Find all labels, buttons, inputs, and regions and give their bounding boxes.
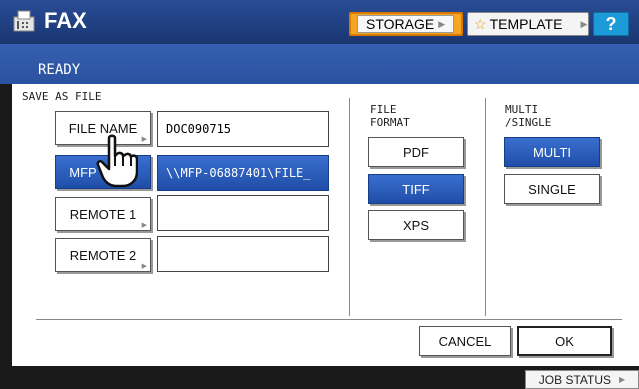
chevron-right-icon: ▶	[438, 18, 446, 29]
template-label: TEMPLATE	[489, 16, 563, 32]
chevron-right-icon: ▶	[141, 263, 147, 270]
file-format-label-2: FORMAT	[370, 116, 410, 129]
chevron-right-icon: ▶	[580, 18, 588, 29]
section-label-save-as-file: SAVE AS FILE	[22, 90, 102, 103]
help-button[interactable]: ?	[593, 12, 629, 36]
status-bar	[0, 44, 639, 84]
multi-single-label-2: /SINGLE	[505, 116, 552, 129]
multi-single-label-1: MULTI	[505, 103, 539, 116]
pdf-button[interactable]: PDF	[368, 137, 464, 167]
remote-2-button[interactable]: REMOTE 2 ▶	[55, 238, 151, 272]
remote-1-button-label: REMOTE 1	[69, 206, 137, 222]
remote-1-field[interactable]	[157, 195, 329, 231]
template-button[interactable]: ☆ TEMPLATE ▶	[467, 12, 589, 36]
chevron-right-icon: ▶	[141, 222, 147, 229]
xps-button[interactable]: XPS	[368, 210, 464, 240]
storage-label: STORAGE	[366, 16, 435, 32]
job-status-button[interactable]: JOB STATUS ▶	[525, 370, 639, 389]
multi-button[interactable]: MULTI	[504, 137, 600, 167]
remote-1-button[interactable]: REMOTE 1 ▶	[55, 197, 151, 231]
status-text: READY	[38, 62, 81, 78]
divider	[485, 98, 486, 316]
cancel-button[interactable]: CANCEL	[419, 326, 511, 356]
tiff-button[interactable]: TIFF	[368, 174, 464, 204]
star-icon: ☆	[474, 15, 487, 32]
divider	[36, 319, 622, 320]
divider	[349, 98, 350, 316]
fax-icon	[13, 10, 35, 32]
remote-2-field[interactable]	[157, 236, 329, 272]
storage-button[interactable]: STORAGE ▶	[349, 12, 463, 36]
single-button[interactable]: SINGLE	[504, 174, 600, 204]
file-format-label-1: FILE	[370, 103, 397, 116]
mfp-button-label: MFP	[69, 164, 97, 180]
job-status-label: JOB STATUS	[538, 372, 612, 387]
file-name-field[interactable]: DOC090715	[157, 111, 329, 147]
pointing-hand-icon	[96, 134, 138, 188]
chevron-right-icon: ▶	[619, 375, 626, 384]
mfp-path-field[interactable]: \\MFP-06887401\FILE_	[157, 155, 329, 191]
chevron-right-icon: ▶	[141, 136, 147, 143]
remote-2-button-label: REMOTE 2	[69, 247, 137, 263]
ok-button[interactable]: OK	[517, 326, 612, 356]
app-title: FAX	[44, 8, 87, 33]
